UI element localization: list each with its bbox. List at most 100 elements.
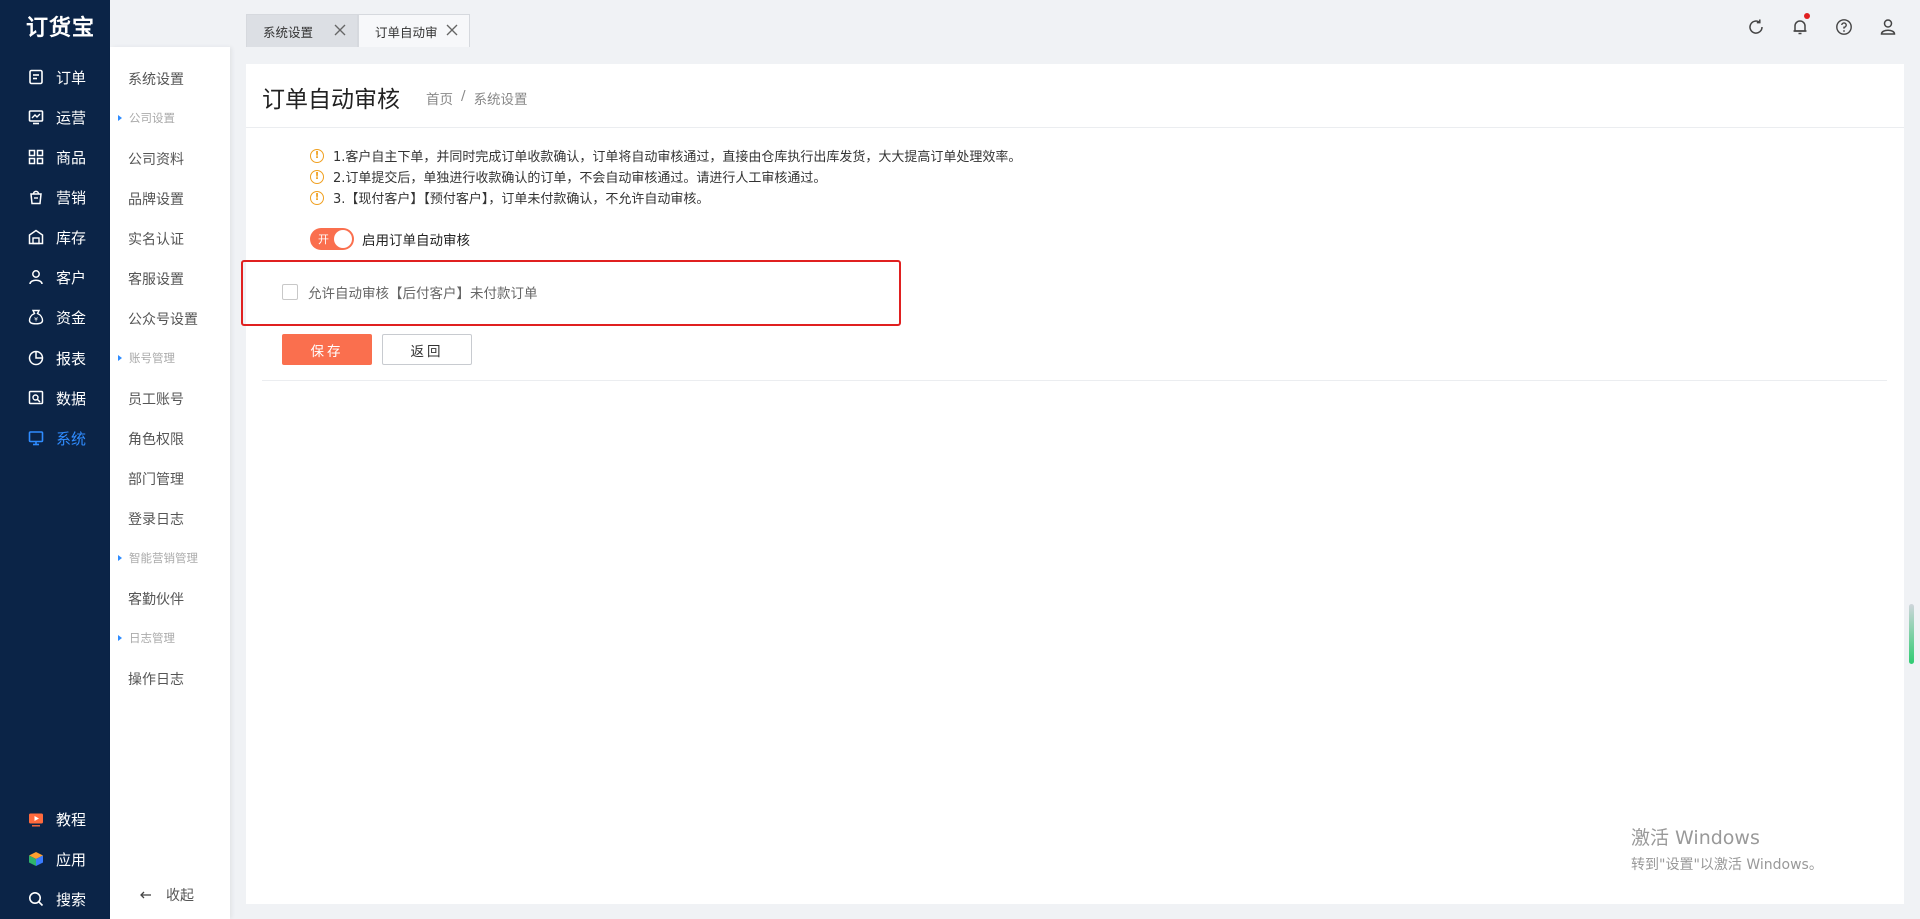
windows-activation-watermark: 激活 Windows 转到"设置"以激活 Windows。 [1631,827,1823,873]
app-logo: 订货宝 [26,16,96,41]
notification-dot [1804,13,1810,19]
breadcrumb-current: 系统设置 [473,92,528,108]
warning-icon: ! [310,169,324,184]
subnav-group-logs[interactable]: 日志管理 [118,630,175,646]
user-icon[interactable] [1877,16,1899,38]
breadcrumb-home[interactable]: 首页 [426,88,453,108]
nav-item-system[interactable]: 系统 [0,418,110,458]
switch-knob [334,230,352,248]
auto-review-toggle-row: 开 启用订单自动审核 [310,228,470,250]
subnav-item-official-account[interactable]: 公众号设置 [128,309,198,329]
breadcrumb-separator: / [461,88,466,104]
note-item: ! 2.订单提交后，单独进行收款确认的订单，不会自动审核通过。请进行人工审核通过。 [310,167,826,186]
tutorial-icon [27,810,45,828]
nav-item-search[interactable]: 搜索 [0,879,110,919]
scrollbar-thumb[interactable] [1909,604,1914,664]
nav-item-apps[interactable]: 应用 [0,839,110,879]
secondary-sidebar: 系统设置 公司设置 公司资料 品牌设置 实名认证 客服设置 公众号设置 账号管理… [110,47,230,919]
warning-icon: ! [310,190,324,205]
divider [246,127,1904,128]
subnav-item-brand[interactable]: 品牌设置 [128,189,184,209]
nav-item-warehouse[interactable]: 库存 [0,217,110,257]
nav-item-goods[interactable]: 商品 [0,137,110,177]
report-icon [27,349,45,367]
caret-right-icon [118,115,122,121]
subnav-group-accounts[interactable]: 账号管理 [118,350,175,366]
nav-item-operation[interactable]: 运营 [0,97,110,137]
nav-item-label: 营销 [56,188,87,207]
auto-review-switch[interactable]: 开 [310,228,354,250]
breadcrumb: 首页 / 系统设置 [426,88,528,108]
warehouse-icon [27,228,45,246]
tab-system-settings[interactable]: 系统设置 [246,14,358,47]
nav-item-label: 运营 [56,108,87,127]
subnav-group-smart-marketing[interactable]: 智能营销管理 [118,550,198,566]
tab-label: 系统设置 [263,24,314,40]
caret-right-icon [118,355,122,361]
nav-item-label: 资金 [56,308,87,327]
operation-icon [27,108,45,126]
subnav-item-login-log[interactable]: 登录日志 [128,509,184,529]
nav-item-report[interactable]: 报表 [0,338,110,378]
close-icon[interactable] [445,23,459,37]
nav-item-label: 报表 [56,349,87,368]
nav-item-order[interactable]: 订单 [0,57,110,97]
nav-item-money[interactable]: ¥ 资金 [0,297,110,337]
customer-icon [27,268,45,286]
note-item: ! 1.客户自主下单，并同时完成订单收款确认，订单将自动审核通过，直接由仓库执行出… [310,146,1021,165]
nav-item-label: 应用 [56,850,87,869]
nav-item-label: 订单 [56,68,87,87]
subnav-group-company[interactable]: 公司设置 [118,110,175,126]
close-icon[interactable] [333,23,347,37]
checkbox-label: 允许自动审核【后付客户】未付款订单 [308,286,538,302]
apps-icon [27,850,45,868]
nav-item-label: 系统 [56,429,87,448]
postpaid-auto-review-checkbox-row[interactable]: 允许自动审核【后付客户】未付款订单 [282,282,538,302]
divider [262,380,1887,381]
arrow-left-icon [140,891,151,899]
page-title: 订单自动审核 [262,87,400,113]
tab-label: 订单自动审 [375,24,438,40]
money-icon: ¥ [27,308,45,326]
subnav-item-partners[interactable]: 客勤伙伴 [128,589,184,609]
data-icon [27,389,45,407]
save-button[interactable]: 保存 [282,334,372,365]
warning-icon: ! [310,148,324,163]
nav-item-tutorial[interactable]: 教程 [0,799,110,839]
help-icon[interactable] [1833,16,1855,38]
system-icon [27,429,45,447]
auto-review-switch-label: 启用订单自动审核 [362,233,470,249]
postpaid-auto-review-checkbox[interactable] [282,284,298,300]
goods-icon [27,148,45,166]
subnav-item-staff[interactable]: 员工账号 [128,389,184,409]
nav-item-customer[interactable]: 客户 [0,257,110,297]
nav-item-label: 客户 [56,268,87,287]
refresh-icon[interactable] [1745,16,1767,38]
subnav-item-operation-log[interactable]: 操作日志 [128,669,184,689]
subnav-item-roles[interactable]: 角色权限 [128,429,184,449]
search-icon [27,890,45,908]
bell-icon[interactable] [1789,13,1811,38]
nav-item-label: 数据 [56,389,87,408]
main-content: 订单自动审核 首页 / 系统设置 ! 1.客户自主下单，并同时完成订单收款确认，订… [241,64,1904,904]
nav-item-data[interactable]: 数据 [0,378,110,418]
subnav-item-departments[interactable]: 部门管理 [128,469,184,489]
nav-item-label: 库存 [56,228,87,247]
caret-right-icon [118,555,122,561]
nav-item-label: 教程 [56,810,87,829]
top-bar: 系统设置 订单自动审 [230,0,1920,47]
subnav-system-settings[interactable]: 系统设置 [128,69,184,89]
subnav-item-verification[interactable]: 实名认证 [128,229,184,249]
nav-item-label: 搜索 [56,890,87,909]
order-icon [27,68,45,86]
subnav-item-customer-service[interactable]: 客服设置 [128,269,184,289]
back-button[interactable]: 返回 [382,334,472,365]
nav-item-label: 商品 [56,148,87,167]
note-item: ! 3.【现付客户】【预付客户】，订单未付款确认，不允许自动审核。 [310,188,709,207]
main-sidebar: 订货宝 订单 运营 商品 营销 库存 客户 ¥ 资金 报表 数据 系统 教程 应… [0,0,110,919]
nav-item-marketing[interactable]: 营销 [0,177,110,217]
svg-text:¥: ¥ [34,317,38,324]
collapse-sidebar-button[interactable]: 收起 [138,885,194,905]
subnav-item-company-profile[interactable]: 公司资料 [128,149,184,169]
tab-order-auto-review[interactable]: 订单自动审 [358,14,470,47]
